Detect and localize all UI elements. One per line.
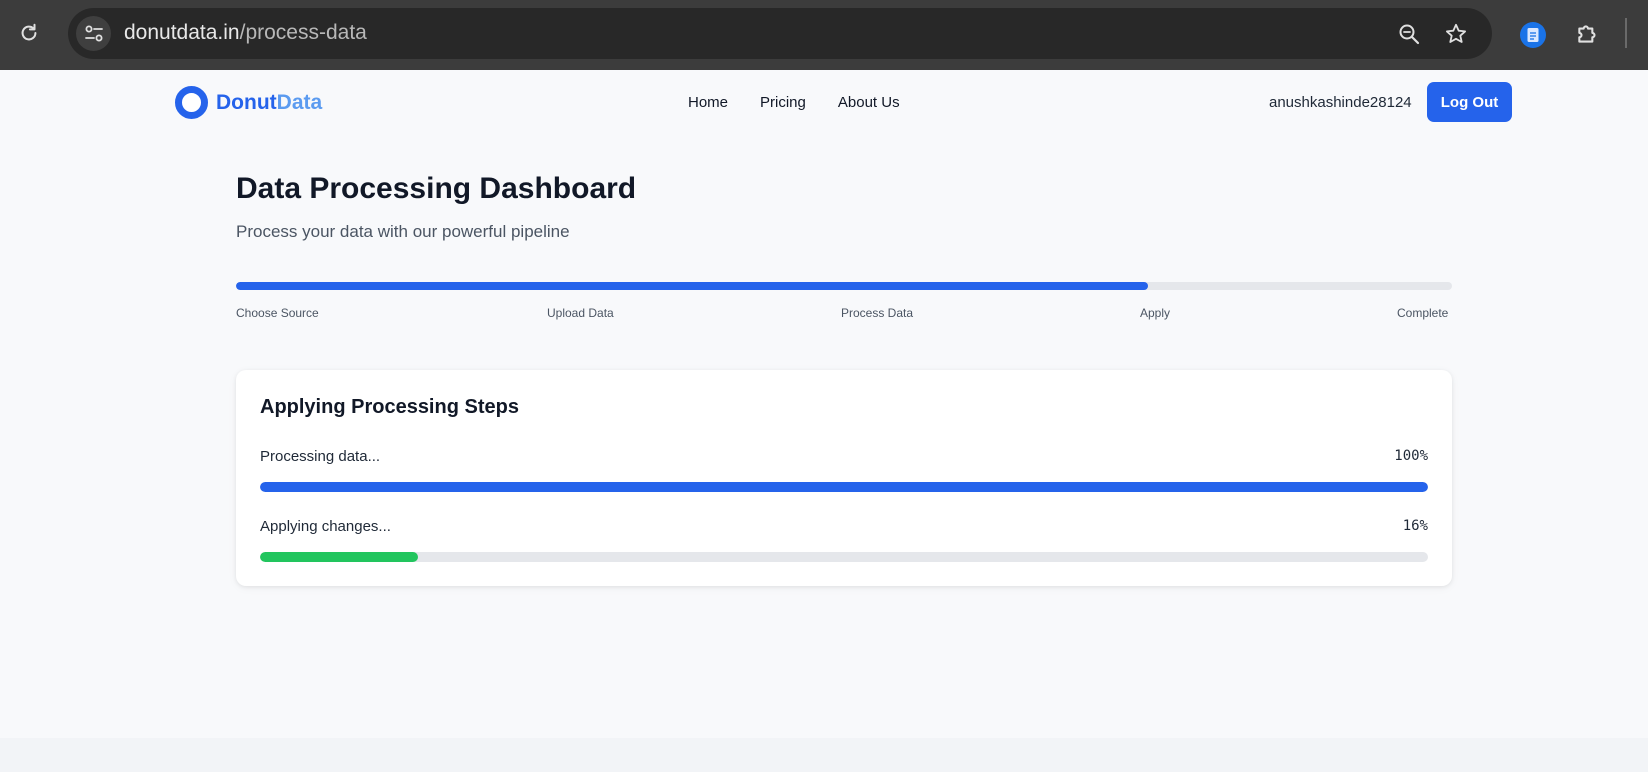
nav-link-pricing[interactable]: Pricing xyxy=(760,94,806,111)
logo[interactable]: DonutData xyxy=(175,86,322,119)
step-upload-data: Upload Data xyxy=(547,306,614,320)
task-label: Processing data... xyxy=(260,448,381,465)
task-progress-fill xyxy=(260,482,1428,492)
task-percent: 100% xyxy=(1394,448,1428,464)
url-path: /process-data xyxy=(239,21,367,44)
doc-extension-icon xyxy=(1527,28,1539,42)
browser-toolbar: donutdata.in/process-data xyxy=(0,0,1648,70)
puzzle-icon xyxy=(1578,25,1596,43)
site-info-button[interactable] xyxy=(76,16,111,51)
site-info-icon xyxy=(84,25,103,41)
logo-text-main: Donut xyxy=(216,90,277,114)
url-text[interactable]: donutdata.in/process-data xyxy=(124,21,367,45)
reload-icon xyxy=(21,23,37,41)
nav-link-home[interactable]: Home xyxy=(688,94,728,111)
extensions-button[interactable] xyxy=(1574,20,1602,48)
task-progress-fill xyxy=(260,552,418,562)
donut-logo-icon xyxy=(175,86,208,119)
zoom-button[interactable] xyxy=(1395,20,1423,48)
address-bar[interactable]: donutdata.in/process-data xyxy=(68,8,1492,59)
task-progress-track xyxy=(260,552,1428,562)
logo-text-accent: Data xyxy=(276,90,323,114)
logo-text: DonutData xyxy=(216,91,322,115)
page-subtitle: Process your data with our powerful pipe… xyxy=(236,222,570,241)
zoom-icon xyxy=(1399,24,1420,45)
task-progress-track xyxy=(260,482,1428,492)
step-process-data: Process Data xyxy=(841,306,914,320)
reload-button[interactable] xyxy=(16,20,42,46)
page-title: Data Processing Dashboard xyxy=(236,172,637,205)
username: anushkashinde28124 xyxy=(1269,94,1412,111)
main-nav: Home Pricing About Us xyxy=(688,94,932,111)
page-body: DonutData Home Pricing About Us anushkas… xyxy=(0,70,1648,738)
task-label: Applying changes... xyxy=(260,518,391,535)
toolbar-divider xyxy=(1625,18,1627,48)
step-choose-source: Choose Source xyxy=(236,306,319,320)
star-icon xyxy=(1446,23,1466,43)
step-complete: Complete xyxy=(1397,306,1449,320)
processing-card: Applying Processing Steps Processing dat… xyxy=(236,370,1452,586)
bookmark-button[interactable] xyxy=(1442,20,1470,48)
nav-link-about-us[interactable]: About Us xyxy=(838,94,900,111)
card-title: Applying Processing Steps xyxy=(260,396,519,418)
step-apply: Apply xyxy=(1140,306,1171,320)
page-footer-band xyxy=(0,738,1648,772)
url-domain: donutdata.in xyxy=(124,21,240,44)
stepper-progress-track xyxy=(236,282,1452,290)
task-percent: 16% xyxy=(1402,518,1428,534)
doc-extension-button[interactable] xyxy=(1520,22,1546,48)
stepper-progress-fill xyxy=(236,282,1148,290)
logout-button[interactable]: Log Out xyxy=(1427,82,1512,122)
